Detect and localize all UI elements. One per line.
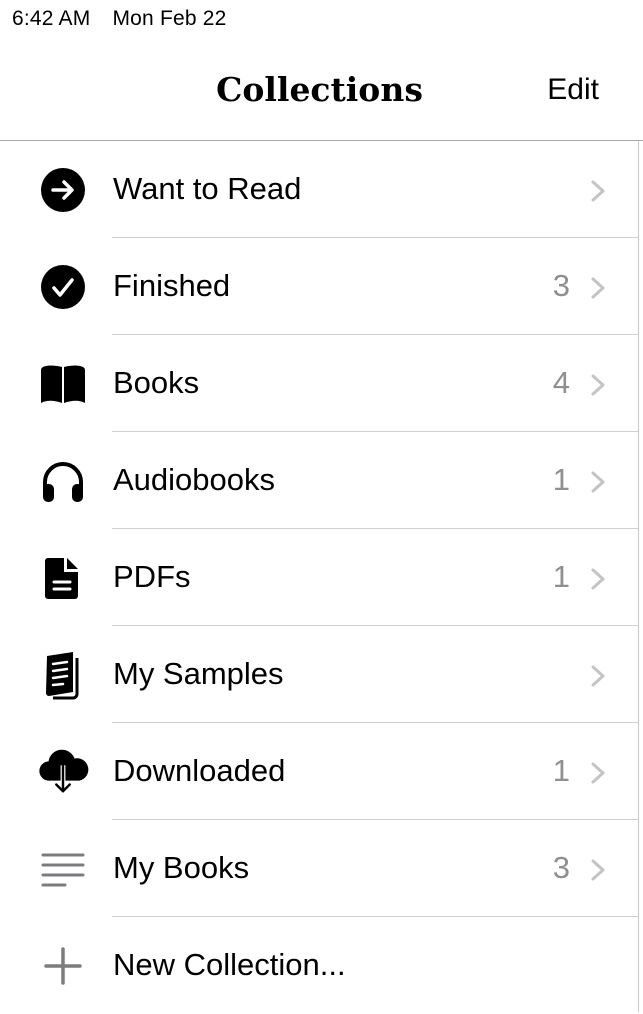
collections-list: Want to Read Finished 3 Books 4 Audioboo… bbox=[0, 141, 638, 1014]
cloud-download-icon bbox=[36, 747, 90, 797]
status-date: Mon Feb 22 bbox=[112, 7, 227, 30]
edit-button[interactable]: Edit bbox=[547, 73, 599, 107]
navigation-bar: Collections Edit bbox=[0, 40, 643, 141]
plus-icon bbox=[36, 941, 90, 991]
collection-label: My Books bbox=[113, 850, 250, 885]
list-lines-icon bbox=[36, 844, 90, 894]
collection-label: Want to Read bbox=[113, 171, 302, 206]
arrow-right-circle-icon bbox=[36, 165, 90, 215]
chevron-right-icon bbox=[591, 277, 605, 299]
headphones-icon bbox=[36, 456, 90, 506]
samples-icon bbox=[36, 650, 90, 700]
collection-label: Finished bbox=[113, 268, 231, 303]
chevron-right-icon bbox=[591, 859, 605, 881]
collection-label: My Samples bbox=[113, 656, 284, 691]
collection-count: 3 bbox=[552, 850, 570, 885]
collection-count: 1 bbox=[552, 462, 570, 497]
collection-want-to-read[interactable]: Want to Read bbox=[0, 141, 638, 238]
collection-label: PDFs bbox=[113, 559, 191, 594]
chevron-right-icon bbox=[591, 762, 605, 784]
collection-audiobooks[interactable]: Audiobooks 1 bbox=[0, 432, 638, 529]
status-bar: 6:42 AM Mon Feb 22 bbox=[12, 7, 249, 31]
new-collection-label: New Collection... bbox=[113, 947, 346, 982]
chevron-right-icon bbox=[591, 665, 605, 687]
collection-my-samples[interactable]: My Samples bbox=[0, 626, 638, 723]
chevron-right-icon bbox=[591, 568, 605, 590]
collection-label: Downloaded bbox=[113, 753, 286, 788]
collection-count: 1 bbox=[552, 753, 570, 788]
checkmark-circle-icon bbox=[36, 262, 90, 312]
split-divider bbox=[638, 141, 639, 1012]
book-icon bbox=[36, 359, 90, 409]
collection-count: 1 bbox=[552, 559, 570, 594]
status-time: 6:42 AM bbox=[12, 7, 91, 30]
collection-pdfs[interactable]: PDFs 1 bbox=[0, 529, 638, 626]
collection-books[interactable]: Books 4 bbox=[0, 335, 638, 432]
new-collection-button[interactable]: New Collection... bbox=[0, 917, 638, 1014]
collection-label: Books bbox=[113, 365, 200, 400]
chevron-right-icon bbox=[591, 374, 605, 396]
document-icon bbox=[36, 553, 90, 603]
collection-my-books[interactable]: My Books 3 bbox=[0, 820, 638, 917]
collection-downloaded[interactable]: Downloaded 1 bbox=[0, 723, 638, 820]
collection-finished[interactable]: Finished 3 bbox=[0, 238, 638, 335]
chevron-right-icon bbox=[591, 180, 605, 202]
collection-count: 3 bbox=[552, 268, 570, 303]
collection-count: 4 bbox=[552, 365, 570, 400]
chevron-right-icon bbox=[591, 471, 605, 493]
collection-label: Audiobooks bbox=[113, 462, 276, 497]
